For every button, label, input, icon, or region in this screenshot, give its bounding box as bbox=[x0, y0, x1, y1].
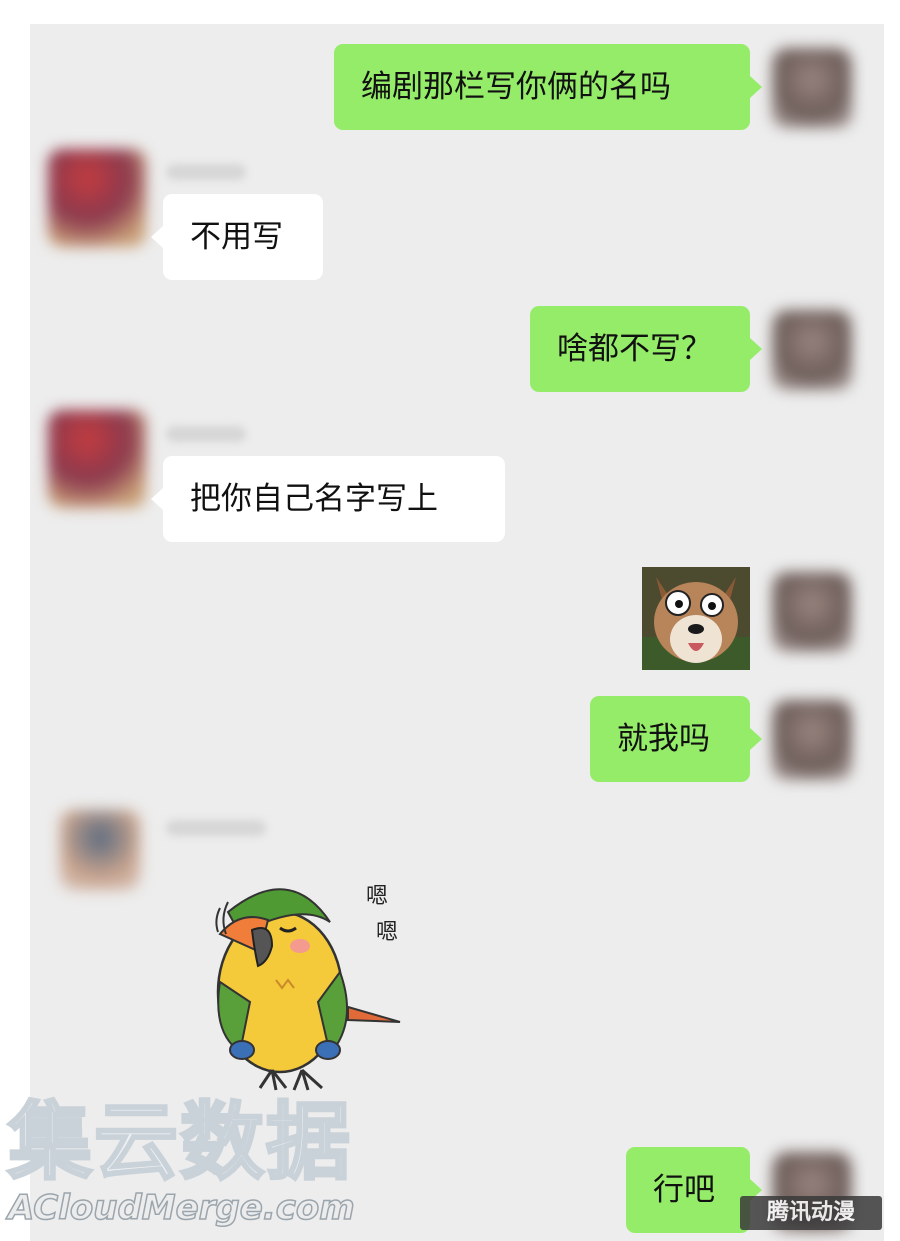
watermark-english: ACloudMerge.com bbox=[7, 1187, 355, 1229]
message-bubble[interactable]: 啥都不写？ bbox=[530, 306, 762, 392]
sender-nickname bbox=[166, 426, 246, 442]
contact-avatar[interactable] bbox=[48, 149, 146, 247]
shiba-dog-icon bbox=[642, 567, 750, 670]
my-avatar[interactable] bbox=[772, 572, 852, 652]
sticker-caption: 嗯 bbox=[366, 884, 389, 909]
watermark-corner-logo: 腾讯动漫 bbox=[740, 1196, 882, 1230]
surprised-shiba-dog-sticker[interactable] bbox=[642, 567, 750, 670]
nodding-parrot-sticker[interactable]: 嗯 嗯 bbox=[180, 862, 410, 1092]
message-bubble[interactable]: 就我吗 bbox=[590, 696, 762, 782]
watermark-chinese: 集云数据 bbox=[6, 1092, 353, 1193]
sender-nickname bbox=[166, 820, 266, 836]
contact-avatar[interactable] bbox=[48, 410, 146, 508]
message-bubble[interactable]: 编剧那栏写你俩的名吗 bbox=[334, 44, 762, 130]
my-avatar[interactable] bbox=[772, 700, 852, 780]
my-avatar[interactable] bbox=[772, 48, 852, 128]
message-bubble[interactable]: 把你自己名字写上 bbox=[151, 456, 505, 542]
message-bubble[interactable]: 行吧 bbox=[626, 1147, 762, 1233]
sticker-caption: 嗯 bbox=[376, 920, 399, 945]
message-bubble[interactable]: 不用写 bbox=[151, 194, 323, 280]
chat-window: 编剧那栏写你俩的名吗 不用写 啥都不写？ 把你自己名字写上 就我吗 嗯 嗯 行吧 bbox=[30, 24, 884, 1241]
sender-nickname bbox=[166, 164, 246, 180]
my-avatar[interactable] bbox=[772, 310, 852, 390]
contact-avatar[interactable] bbox=[60, 810, 140, 890]
